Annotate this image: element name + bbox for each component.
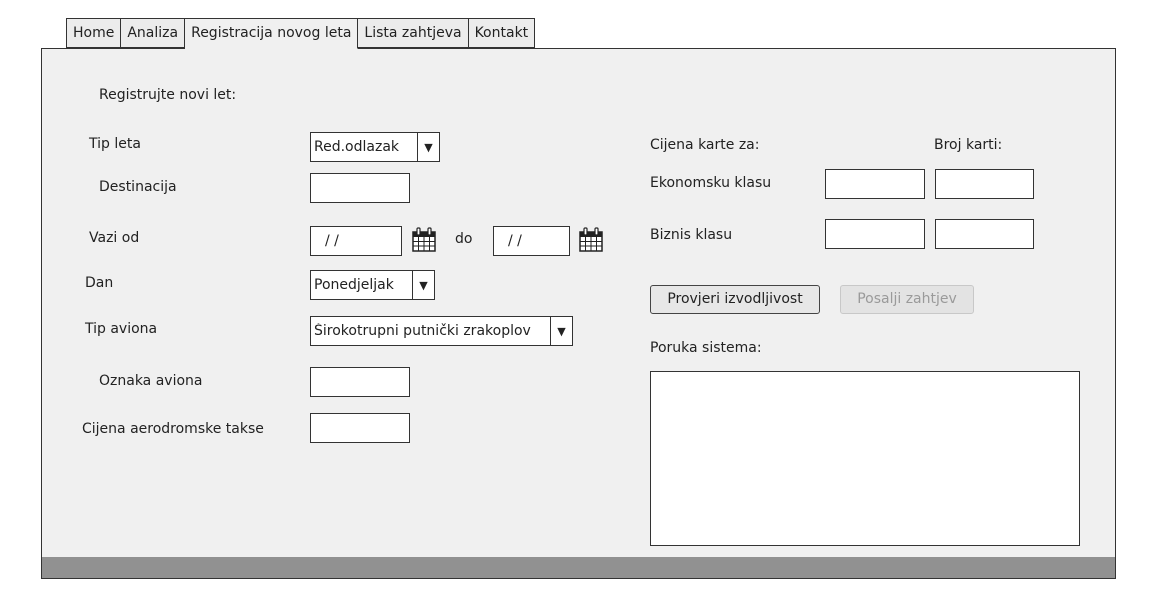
oznaka-aviona-input[interactable] (310, 367, 410, 397)
footer-bar (42, 557, 1115, 578)
vazi-od-label: Vazi od (89, 230, 140, 246)
content-panel: Registrujte novi let: Tip leta Red.odlaz… (41, 48, 1116, 579)
ekonomska-count-input[interactable] (935, 169, 1034, 199)
tab-lista-zahtjeva[interactable]: Lista zahtjeva (358, 18, 469, 48)
tip-aviona-value: Širokotrupni putnički zrakoplov (314, 323, 531, 339)
ekonomska-price-input[interactable] (825, 169, 925, 199)
form-heading: Registrujte novi let: (99, 87, 237, 103)
poruka-sistema-label: Poruka sistema: (650, 340, 762, 356)
tab-analiza[interactable]: Analiza (121, 18, 186, 48)
ekonomska-klasa-label: Ekonomsku klasu (650, 175, 772, 191)
tip-leta-label: Tip leta (89, 136, 141, 152)
vazi-do-date-input[interactable]: / / (493, 226, 570, 256)
calendar-icon[interactable] (411, 227, 437, 253)
cijena-takse-input[interactable] (310, 413, 410, 443)
chevron-down-icon[interactable]: ▼ (550, 317, 572, 345)
tip-aviona-select[interactable]: Širokotrupni putnički zrakoplov ▼ (310, 316, 573, 346)
tab-home[interactable]: Home (66, 18, 122, 48)
chevron-down-icon[interactable]: ▼ (412, 271, 434, 299)
tip-leta-select[interactable]: Red.odlazak ▼ (310, 132, 440, 162)
provjeri-izvodljivost-button[interactable]: Provjeri izvodljivost (650, 285, 820, 314)
biznis-klasa-label: Biznis klasu (650, 227, 733, 243)
broj-karti-header: Broj karti: (934, 137, 1003, 153)
tab-registracija-novog-leta[interactable]: Registracija novog leta (185, 18, 359, 49)
cijena-karte-header: Cijena karte za: (650, 137, 760, 153)
chevron-down-icon[interactable]: ▼ (417, 133, 439, 161)
dan-select[interactable]: Ponedjeljak ▼ (310, 270, 435, 300)
vazi-od-date-input[interactable]: / / (310, 226, 402, 256)
dan-label: Dan (85, 275, 114, 291)
tip-leta-value: Red.odlazak (314, 139, 400, 155)
posalji-zahtjev-button[interactable]: Posalji zahtjev (840, 285, 974, 314)
tab-kontakt[interactable]: Kontakt (468, 18, 536, 48)
system-message-area[interactable] (650, 371, 1080, 546)
dan-value: Ponedjeljak (314, 277, 394, 293)
do-label: do (455, 231, 473, 247)
biznis-price-input[interactable] (825, 219, 925, 249)
tip-aviona-label: Tip aviona (85, 321, 158, 337)
calendar-icon[interactable] (578, 227, 604, 253)
tab-bar: Home Analiza Registracija novog leta Lis… (66, 18, 536, 49)
cijena-takse-label: Cijena aerodromske takse (82, 421, 264, 437)
biznis-count-input[interactable] (935, 219, 1034, 249)
destinacija-input[interactable] (310, 173, 410, 203)
destinacija-label: Destinacija (99, 179, 177, 195)
oznaka-aviona-label: Oznaka aviona (99, 373, 203, 389)
